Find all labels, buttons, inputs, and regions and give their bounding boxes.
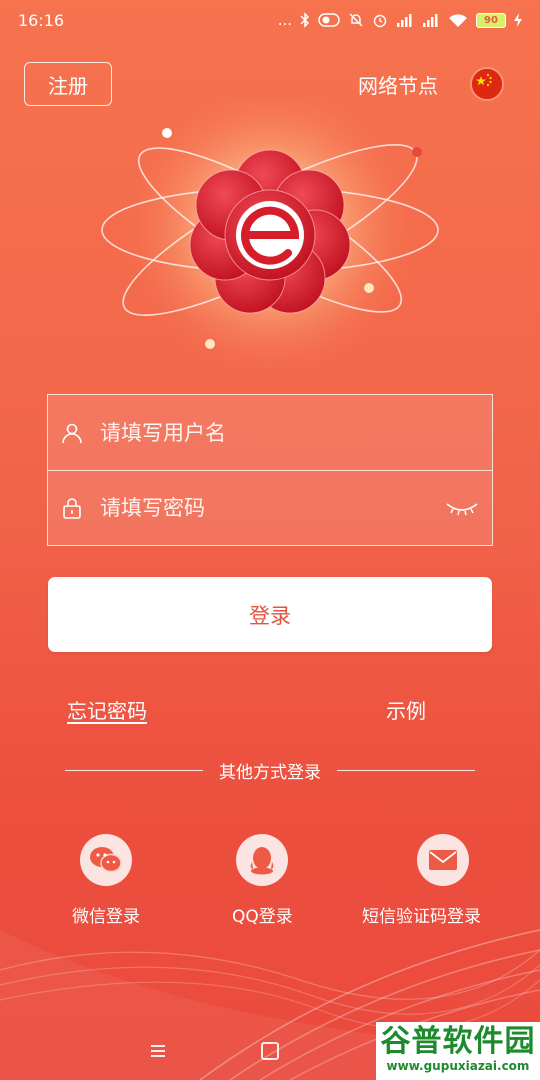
user-icon bbox=[62, 423, 82, 443]
example-link[interactable]: 示例 bbox=[386, 695, 426, 724]
battery-level: 90 bbox=[476, 12, 506, 28]
qq-icon bbox=[236, 834, 289, 886]
status-bar: 16:16 ... 90 bbox=[0, 0, 540, 40]
wechat-icon bbox=[80, 834, 132, 886]
china-flag-icon[interactable] bbox=[472, 69, 502, 99]
username-input[interactable] bbox=[98, 419, 492, 446]
other-login-divider: 其他方式登录 bbox=[65, 758, 475, 783]
watermark-logo-text: 谷普软件园 bbox=[380, 1024, 536, 1059]
app-logo bbox=[90, 80, 450, 380]
wifi-icon bbox=[449, 13, 467, 27]
alarm-icon bbox=[373, 14, 387, 28]
password-input[interactable] bbox=[98, 494, 444, 521]
signal-icon bbox=[397, 14, 412, 27]
status-icons: ... 90 bbox=[278, 11, 522, 29]
status-time: 16:16 bbox=[18, 10, 65, 30]
login-form bbox=[47, 394, 493, 546]
charging-icon bbox=[514, 13, 522, 27]
toggle-icon bbox=[318, 13, 340, 27]
bluetooth-icon bbox=[300, 12, 310, 28]
login-screen: 16:16 ... 90 注册 网络节点 请填写用户名 登录 忘记密码 示例 其… bbox=[0, 0, 540, 1080]
forgot-password-link[interactable]: 忘记密码 bbox=[67, 695, 147, 724]
watermark-url: www.gupuxiazai.com bbox=[386, 1059, 530, 1073]
login-button[interactable]: 登录 bbox=[48, 577, 492, 652]
mail-icon bbox=[416, 834, 469, 886]
eye-closed-icon[interactable] bbox=[444, 498, 480, 518]
username-row bbox=[48, 395, 492, 471]
menu-icon[interactable] bbox=[149, 1042, 167, 1060]
mute-bell-icon bbox=[349, 13, 363, 27]
lock-icon bbox=[63, 497, 81, 519]
home-icon[interactable] bbox=[261, 1042, 279, 1060]
divider-line-right bbox=[337, 769, 475, 771]
other-login-text: 其他方式登录 bbox=[219, 762, 321, 783]
network-node-label[interactable]: 网络节点 bbox=[358, 70, 438, 99]
signal-icon-2 bbox=[423, 14, 438, 27]
password-row bbox=[48, 470, 492, 545]
watermark-logo: 谷普软件园 www.gupuxiazai.com bbox=[376, 1022, 540, 1080]
more-dots: ... bbox=[277, 11, 292, 29]
divider-line-left bbox=[65, 769, 203, 771]
